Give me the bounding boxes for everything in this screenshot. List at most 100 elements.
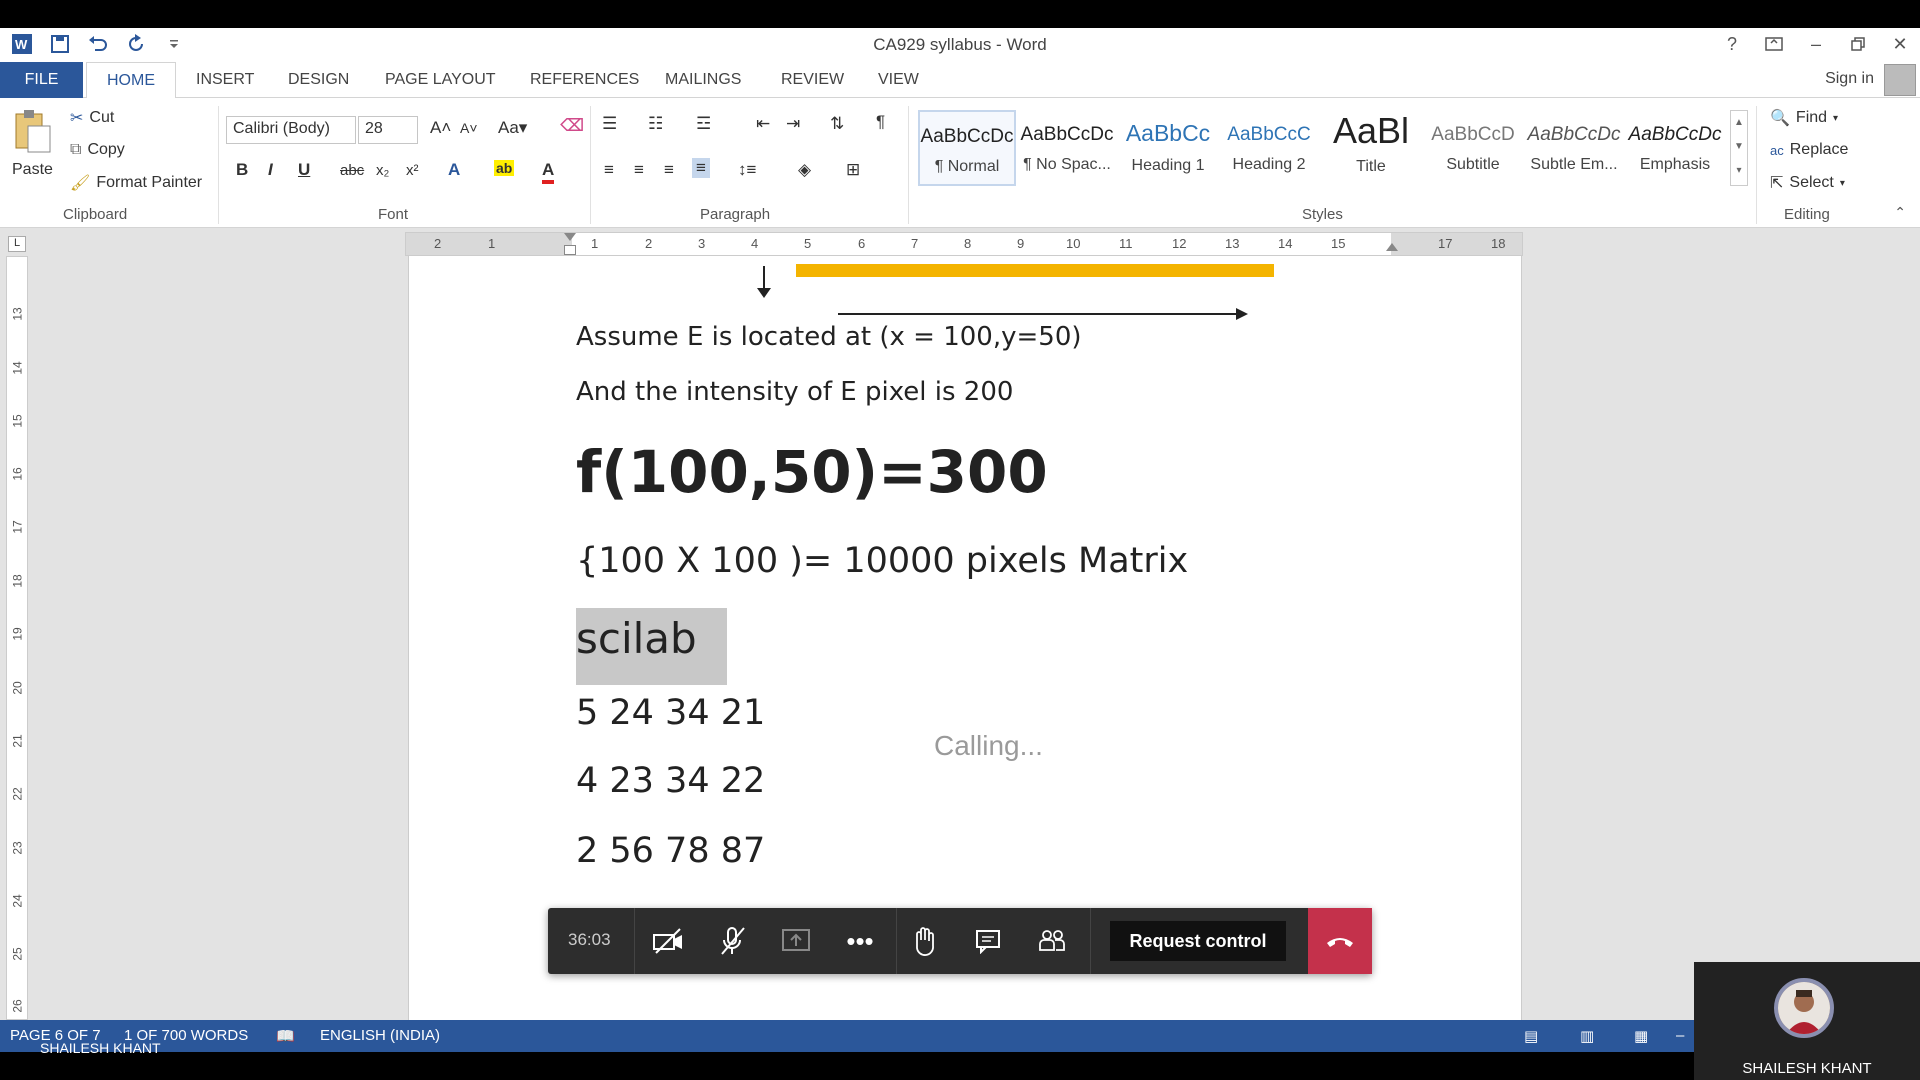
- ruler-tick: 16: [10, 467, 25, 481]
- tab-page-layout[interactable]: PAGE LAYOUT: [365, 62, 516, 98]
- sort-icon[interactable]: ⇅: [830, 114, 844, 134]
- doc-paragraph[interactable]: {100 X 100 )= 10000 pixels Matrix: [576, 541, 1188, 581]
- increase-indent-icon[interactable]: ⇥: [786, 114, 800, 134]
- doc-paragraph[interactable]: And the intensity of E pixel is 200: [576, 377, 1013, 407]
- italic-icon[interactable]: I: [268, 160, 273, 180]
- grow-font-icon[interactable]: A˄: [430, 118, 451, 138]
- bold-icon[interactable]: B: [236, 160, 248, 180]
- calling-status: Calling...: [934, 730, 1043, 761]
- align-right-icon[interactable]: ≡: [664, 160, 674, 180]
- style-title[interactable]: AaBl Title: [1322, 110, 1420, 186]
- share-screen-icon[interactable]: [776, 922, 816, 960]
- style-heading-2[interactable]: AaBbCcC Heading 2: [1220, 110, 1318, 186]
- change-case-icon[interactable]: Aa▾: [498, 118, 527, 138]
- format-painter-button[interactable]: 🖌 Format Painter: [70, 173, 202, 193]
- replace-button[interactable]: ac Replace: [1770, 141, 1848, 159]
- find-button[interactable]: 🔍 Find ▾: [1770, 108, 1838, 128]
- align-center-icon[interactable]: ≡: [634, 160, 644, 180]
- superscript-icon[interactable]: x²: [406, 162, 419, 179]
- participants-icon[interactable]: [1032, 922, 1072, 960]
- doc-heading[interactable]: f(100,50)=300: [576, 438, 1048, 506]
- chat-icon[interactable]: [968, 922, 1008, 960]
- underline-icon[interactable]: U: [298, 160, 310, 180]
- tab-file[interactable]: FILE: [0, 62, 83, 98]
- bullets-icon[interactable]: ☰: [602, 114, 617, 134]
- show-formatting-icon[interactable]: ¶: [876, 112, 885, 132]
- vertical-ruler[interactable]: 13 14 15 16 17 18 19 20 21 22 23 24 25 2…: [6, 256, 28, 1020]
- zoom-out-icon[interactable]: –: [1676, 1027, 1684, 1044]
- style-emphasis[interactable]: AaBbCcDc Emphasis: [1626, 110, 1724, 186]
- help-icon[interactable]: ?: [1722, 32, 1742, 56]
- subscript-icon[interactable]: x₂: [376, 162, 389, 179]
- align-left-icon[interactable]: ≡: [604, 160, 614, 180]
- camera-off-icon[interactable]: [648, 922, 688, 960]
- select-button[interactable]: ⇱ Select ▾: [1770, 173, 1845, 193]
- paste-button[interactable]: Paste: [12, 108, 56, 179]
- tab-view[interactable]: VIEW: [858, 62, 939, 98]
- web-layout-icon[interactable]: ▦: [1634, 1027, 1648, 1045]
- ribbon-display-options-icon[interactable]: [1764, 32, 1784, 56]
- doc-paragraph[interactable]: 4 23 34 22: [576, 761, 765, 801]
- sign-in-link[interactable]: Sign in: [1825, 70, 1874, 88]
- text-effects-icon[interactable]: A: [448, 160, 460, 180]
- doc-paragraph[interactable]: 2 56 78 87: [576, 831, 765, 871]
- raise-hand-icon[interactable]: [904, 922, 944, 960]
- proofing-icon[interactable]: 📖: [276, 1027, 295, 1045]
- doc-paragraph[interactable]: 5 24 34 21: [576, 693, 765, 733]
- tab-design[interactable]: DESIGN: [268, 62, 369, 98]
- shading-icon[interactable]: ◈: [798, 160, 811, 180]
- ruler-tick: 6: [858, 236, 866, 251]
- multilevel-list-icon[interactable]: ☲: [696, 114, 711, 134]
- tab-insert[interactable]: INSERT: [176, 62, 274, 98]
- tab-home[interactable]: HOME: [86, 62, 176, 99]
- request-control-button[interactable]: Request control: [1110, 921, 1286, 961]
- hang-up-button[interactable]: [1308, 908, 1372, 974]
- minimize-icon[interactable]: –: [1806, 32, 1826, 56]
- collapse-ribbon-icon[interactable]: ⌃: [1894, 204, 1906, 221]
- copy-button[interactable]: ⧉ Copy: [70, 141, 125, 159]
- style-subtitle[interactable]: AaBbCcD Subtitle: [1424, 110, 1522, 186]
- style-no-spacing[interactable]: AaBbCcDc ¶ No Spac...: [1018, 110, 1116, 186]
- clear-formatting-icon[interactable]: ⌫: [560, 116, 584, 136]
- first-line-indent-marker[interactable]: [564, 233, 576, 241]
- cut-button[interactable]: ✂ Cut: [70, 108, 114, 128]
- tab-mailings[interactable]: MAILINGS: [645, 62, 761, 98]
- mic-off-icon[interactable]: [712, 922, 752, 960]
- tab-selector[interactable]: L: [8, 236, 26, 252]
- ruler-tick: 25: [10, 947, 25, 961]
- hanging-indent-marker[interactable]: [564, 245, 576, 255]
- ruler-tick: 14: [10, 361, 25, 375]
- highlight-icon[interactable]: ab: [494, 160, 515, 176]
- toolbar-divider: [896, 908, 897, 974]
- style-heading-1[interactable]: AaBbCc Heading 1: [1119, 110, 1217, 186]
- strikethrough-icon[interactable]: abc: [340, 162, 364, 179]
- borders-icon[interactable]: ⊞: [846, 160, 860, 180]
- numbering-icon[interactable]: ☷: [648, 114, 663, 134]
- doc-paragraph[interactable]: Assume E is located at (x = 100,y=50): [576, 322, 1082, 352]
- style-normal[interactable]: AaBbCcDc ¶ Normal: [918, 110, 1016, 186]
- close-icon[interactable]: ✕: [1890, 32, 1910, 56]
- participant-video-tile[interactable]: SHAILESH KHANT: [1694, 962, 1920, 1080]
- tab-references[interactable]: REFERENCES: [510, 62, 659, 98]
- print-layout-icon[interactable]: ▥: [1580, 1027, 1594, 1045]
- justify-icon[interactable]: ≡: [692, 158, 710, 178]
- font-name-box[interactable]: Calibri (Body): [226, 116, 356, 144]
- window-title: CA929 syllabus - Word: [873, 35, 1047, 54]
- restore-icon[interactable]: [1848, 32, 1868, 56]
- styles-scroll[interactable]: ▲ ▼ ▾: [1730, 110, 1748, 186]
- horizontal-ruler[interactable]: 2 1 1 2 3 4 5 6 7 8 9 10 11 12 13 14 15 …: [405, 232, 1523, 256]
- font-size-box[interactable]: 28: [358, 116, 418, 144]
- read-mode-icon[interactable]: ▤: [1524, 1027, 1538, 1045]
- style-subtle-emphasis[interactable]: AaBbCcDc Subtle Em...: [1525, 110, 1623, 186]
- account-avatar[interactable]: [1884, 64, 1916, 96]
- decrease-indent-icon[interactable]: ⇤: [756, 114, 770, 134]
- right-indent-marker[interactable]: [1386, 243, 1398, 251]
- doc-selected-text[interactable]: scilab: [576, 608, 727, 685]
- shrink-font-icon[interactable]: A˅: [460, 120, 478, 136]
- tab-review[interactable]: REVIEW: [761, 62, 864, 98]
- language-indicator[interactable]: ENGLISH (INDIA): [320, 1027, 440, 1044]
- more-options-icon[interactable]: •••: [840, 922, 880, 960]
- font-color-icon[interactable]: A: [542, 160, 555, 184]
- paste-label: Paste: [12, 161, 53, 178]
- line-spacing-icon[interactable]: ↕≡: [738, 160, 756, 180]
